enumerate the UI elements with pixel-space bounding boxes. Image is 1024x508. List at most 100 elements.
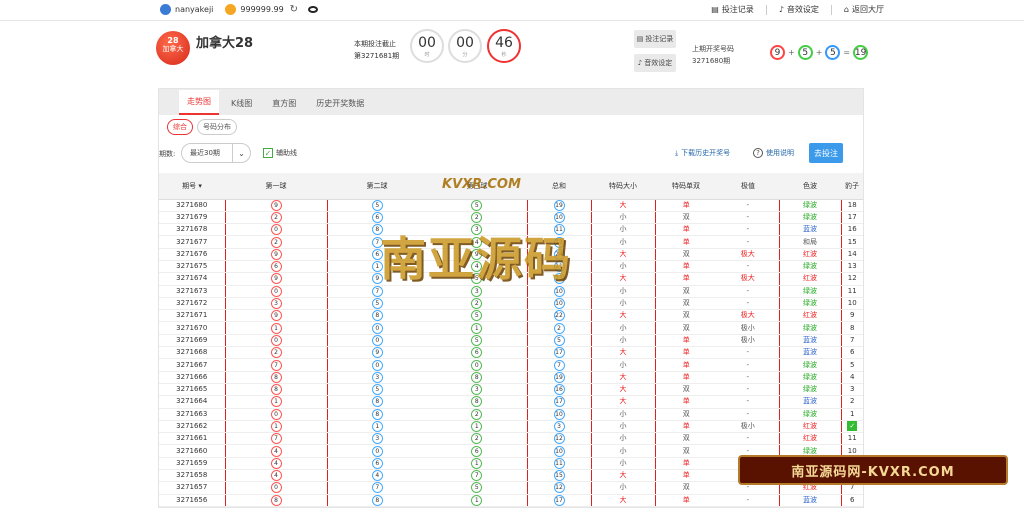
sound-settings-link[interactable]: ♪ 音效设定 — [779, 4, 819, 15]
bet-record-link[interactable]: ▤ 投注记录 — [711, 4, 754, 15]
value-cell: 绿波 — [778, 297, 842, 311]
value-cell: 6 — [841, 494, 863, 507]
value-cell: - — [717, 395, 779, 409]
value-cell: 单 — [655, 199, 717, 212]
value-cell: 15 — [841, 235, 863, 249]
number-ball: 7 — [371, 482, 383, 494]
question-icon: ? — [753, 148, 763, 158]
value-cell: - — [717, 211, 779, 225]
number-ball: 8 — [371, 396, 383, 408]
value-cell: 8 — [841, 321, 863, 335]
table-row: 3271671 9 8 5 22 大双极大 红波 9 — [159, 309, 863, 323]
number-ball: 17 — [553, 347, 565, 359]
tab-kline[interactable]: K线图 — [223, 92, 260, 115]
number-ball: 9 — [471, 248, 483, 260]
table-row: 3271662 1 1 1 3 小单极小 红波 ✓ — [159, 420, 863, 434]
number-ball: 8 — [371, 224, 383, 236]
period-cell: 3271659 — [159, 457, 225, 471]
value-cell: 4 — [841, 371, 863, 384]
subtab-combined[interactable]: 综合 — [167, 119, 193, 135]
value-cell: 蓝波 — [778, 346, 842, 360]
column-header[interactable]: 期号 ▾ — [159, 173, 225, 200]
value-cell: - — [717, 382, 779, 397]
value-cell: 小 — [590, 321, 656, 335]
subtab-distribution[interactable]: 号码分布 — [197, 119, 237, 135]
bet-record-button[interactable]: ▤ 投注记录 — [634, 30, 676, 48]
period-select[interactable]: 最近30期 ⌄ — [181, 143, 251, 163]
period-cell: 3271670 — [159, 321, 225, 335]
music-icon: ♪ — [778, 5, 784, 14]
value-cell: 小 — [590, 223, 656, 237]
column-header: 第三球 — [427, 173, 527, 200]
number-ball: 8 — [371, 494, 383, 506]
table-row: 3271677 2 7 4 13 小单 - 和局 15 — [159, 235, 863, 249]
value-cell: 17 — [841, 211, 863, 225]
tab-history[interactable]: 历史开奖数据 — [308, 92, 372, 115]
number-ball: 2 — [471, 408, 483, 420]
number-ball: 2 — [270, 347, 282, 359]
number-ball: 8 — [471, 396, 483, 408]
value-cell: 小 — [590, 334, 656, 348]
go-bet-button[interactable]: 去投注 — [809, 143, 843, 163]
table-row: 3271656 8 8 1 17 大单 - 蓝波 6 — [159, 494, 863, 507]
number-ball: 4 — [270, 457, 282, 469]
value-cell: - — [717, 285, 779, 298]
value-cell: 蓝波 — [778, 223, 842, 237]
period-cell: 3271663 — [159, 408, 225, 421]
number-ball: 6 — [371, 248, 383, 260]
value-cell: - — [717, 346, 779, 360]
value-cell: 大 — [590, 199, 656, 212]
period-count-label: 期数: — [159, 150, 176, 158]
value-cell: 极大 — [717, 309, 779, 323]
table-row: 3271675 6 1 4 11 小单 - 绿波 13 — [159, 259, 863, 274]
number-ball: 0 — [270, 224, 282, 236]
tab-trend[interactable]: 走势图 — [179, 90, 219, 115]
value-cell: 双 — [655, 321, 717, 335]
number-ball: 16 — [553, 384, 565, 396]
number-ball: 10 — [553, 285, 565, 297]
number-ball: 0 — [270, 408, 282, 420]
user-avatar-icon — [160, 4, 171, 15]
music-icon: ♪ — [637, 59, 643, 67]
number-ball: 2 — [270, 211, 282, 223]
value-cell: 绿波 — [778, 259, 842, 274]
number-ball: 7 — [371, 285, 383, 297]
value-cell: 极小 — [717, 334, 779, 348]
number-ball: 2 — [553, 322, 565, 334]
value-cell: 小 — [590, 285, 656, 298]
download-history-link[interactable]: ⤓ 下载历史开奖号 — [675, 148, 730, 158]
value-cell: 绿波 — [778, 371, 842, 384]
value-cell: - — [717, 223, 779, 237]
value-cell: - — [717, 371, 779, 384]
number-ball: 7 — [371, 236, 383, 248]
sound-settings-button[interactable]: ♪ 音效设定 — [634, 54, 676, 72]
value-cell: 小 — [590, 481, 656, 495]
number-ball: 15 — [553, 470, 565, 482]
table-row: 3271673 0 7 3 10 小双 - 绿波 11 — [159, 285, 863, 298]
eye-icon[interactable] — [308, 6, 319, 13]
back-to-lobby-link[interactable]: ⌂ 返回大厅 — [844, 4, 884, 15]
period-cell: 3271657 — [159, 481, 225, 495]
value-cell: 11 — [841, 285, 863, 298]
value-cell: 大 — [590, 248, 656, 261]
number-ball: 4 — [270, 445, 282, 457]
number-ball: 6 — [471, 347, 483, 359]
number-ball: 12 — [553, 433, 565, 445]
last-ball: 9 — [770, 45, 785, 60]
value-cell: 绿波 — [778, 199, 842, 212]
username: nanyakeji — [175, 5, 214, 14]
value-cell: - — [717, 199, 779, 212]
tab-histogram[interactable]: 直方图 — [264, 92, 304, 115]
number-ball: 7 — [553, 359, 565, 371]
period-info: 本期投注截止 第3271681期 — [354, 40, 400, 60]
number-ball: 1 — [371, 261, 383, 273]
table-row: 3271672 3 5 2 10 小双 - 绿波 10 — [159, 297, 863, 311]
aux-line-checkbox[interactable]: ✓ 辅助线 — [263, 148, 297, 158]
value-cell: 14 — [841, 248, 863, 261]
period-cell: 3271668 — [159, 346, 225, 360]
period-cell: 3271673 — [159, 285, 225, 298]
number-ball: 0 — [270, 334, 282, 346]
period-cell: 3271664 — [159, 395, 225, 409]
refresh-icon[interactable]: ↻ — [290, 4, 298, 15]
help-link[interactable]: ? 使用说明 — [753, 148, 794, 158]
